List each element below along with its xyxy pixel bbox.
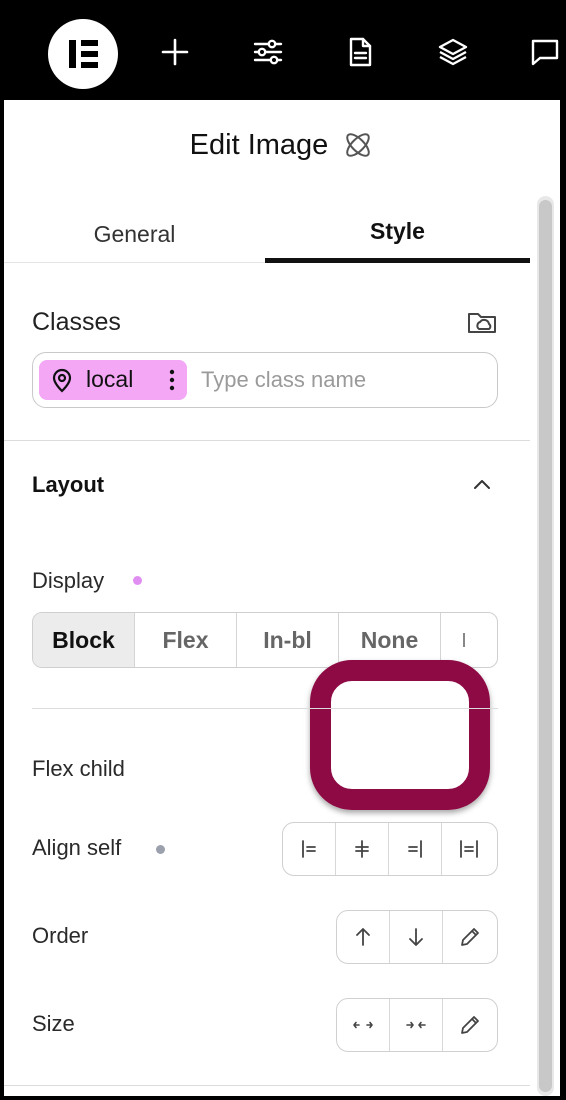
highlight-callout	[310, 660, 490, 810]
class-selector[interactable]: local	[32, 352, 498, 408]
align-self-center-button[interactable]	[336, 823, 389, 875]
display-option-more[interactable]	[441, 613, 497, 667]
display-option-block[interactable]: Block	[33, 613, 135, 667]
align-self-end-button[interactable]	[389, 823, 442, 875]
tab-general[interactable]: General	[4, 205, 265, 263]
section-divider	[4, 440, 530, 441]
display-indicator-dot	[133, 576, 142, 585]
align-self-label: Align self	[32, 835, 122, 860]
page-title: Edit Image	[189, 128, 329, 161]
classes-label: Classes	[32, 308, 121, 336]
expand-horizontal-icon[interactable]	[337, 999, 390, 1051]
scrollbar-thumb[interactable]	[539, 200, 552, 1092]
layers-icon[interactable]	[436, 30, 470, 74]
section-divider	[4, 1085, 530, 1086]
class-name-input[interactable]	[201, 360, 491, 400]
flex-child-label: Flex child	[32, 756, 125, 781]
panel-header: Edit Image	[4, 120, 560, 170]
size-group	[336, 998, 498, 1052]
folder-cloud-icon[interactable]	[466, 306, 498, 338]
elementor-logo-icon[interactable]	[48, 19, 118, 89]
display-label: Display	[32, 568, 105, 593]
align-self-start-button[interactable]	[283, 823, 336, 875]
arrow-up-icon[interactable]	[337, 911, 390, 963]
panel-tabs: General Style	[4, 205, 530, 263]
display-option-flex[interactable]: Flex	[135, 613, 237, 667]
sliders-icon[interactable]	[251, 30, 285, 74]
align-self-group	[282, 822, 498, 876]
chat-icon[interactable]	[528, 30, 562, 74]
display-option-none[interactable]: None	[339, 613, 441, 667]
size-label: Size	[32, 1011, 75, 1036]
class-chip-label: local	[86, 366, 134, 392]
more-vertical-icon[interactable]	[162, 365, 182, 395]
align-self-stretch-button[interactable]	[442, 823, 495, 875]
class-chip-local[interactable]: local	[39, 360, 187, 400]
display-option-inline-block[interactable]: In-bl	[237, 613, 339, 667]
plus-icon[interactable]	[158, 30, 192, 74]
top-toolbar	[0, 0, 566, 100]
layout-section-title[interactable]: Layout	[32, 472, 104, 498]
panel-scrollbar[interactable]	[537, 196, 554, 1096]
page-icon[interactable]	[343, 30, 377, 74]
editor-panel: Edit Image General Style Classes local T…	[4, 100, 560, 1096]
order-group	[336, 910, 498, 964]
tab-style[interactable]: Style	[265, 205, 530, 263]
pencil-icon[interactable]	[443, 999, 496, 1051]
atom-icon[interactable]	[342, 129, 374, 161]
chevron-up-icon[interactable]	[470, 473, 494, 497]
pencil-icon[interactable]	[443, 911, 496, 963]
order-label: Order	[32, 923, 89, 948]
section-divider	[32, 708, 498, 709]
arrow-down-icon[interactable]	[390, 911, 443, 963]
shrink-horizontal-icon[interactable]	[390, 999, 443, 1051]
map-pin-icon	[49, 367, 75, 393]
align-self-indicator-dot	[156, 845, 165, 854]
